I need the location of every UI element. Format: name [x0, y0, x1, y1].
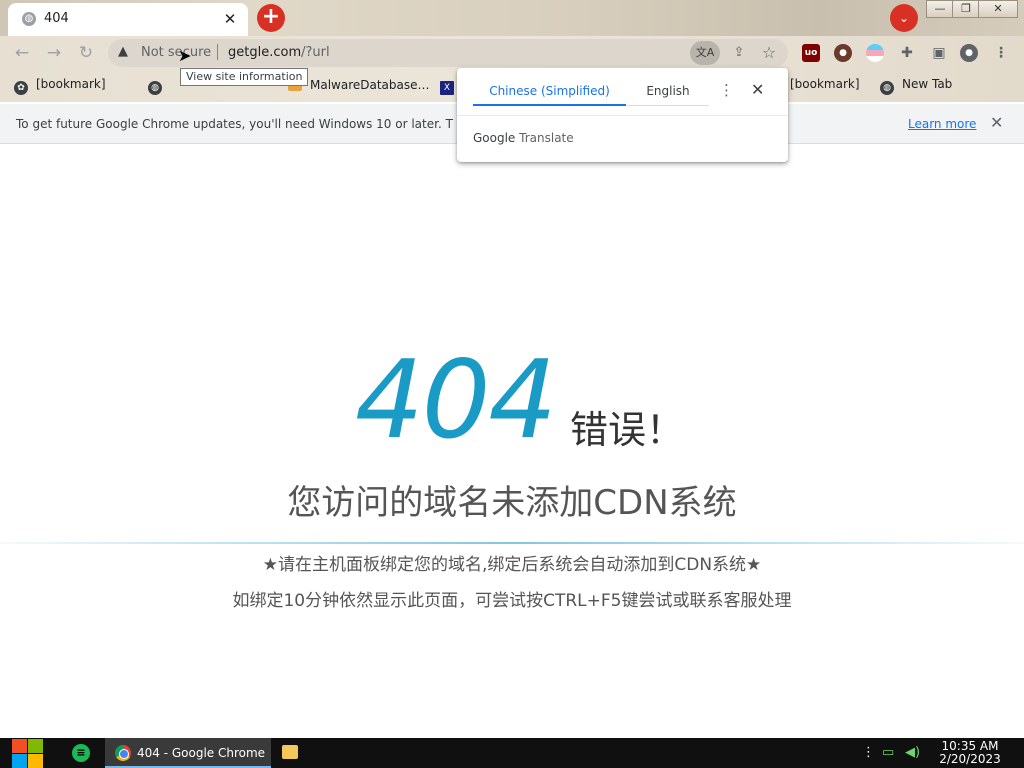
address-bar[interactable]: ▲ Not secure getgle.com/?url 文A ⇪ ☆: [108, 39, 788, 67]
error-instruction: ★请在主机面板绑定您的域名,绑定后系统会自动添加到CDN系统★: [262, 555, 762, 575]
ublock-icon[interactable]: uo: [802, 44, 820, 62]
toolbar: ← → ↻ ▲ Not secure getgle.com/?url 文A ⇪ …: [0, 36, 1024, 70]
share-icon[interactable]: ⇪: [728, 42, 750, 64]
reload-button[interactable]: ↻: [72, 40, 100, 66]
bookmark-star-icon[interactable]: ☆: [758, 42, 780, 64]
volume-icon[interactable]: ◀): [905, 745, 920, 760]
restore-button[interactable]: ❐: [952, 0, 980, 18]
close-infobar-icon[interactable]: ✕: [990, 113, 1003, 132]
divider: [0, 542, 1024, 544]
bookmark-item[interactable]: MalwareDatabase…: [288, 77, 430, 95]
forward-button[interactable]: →: [40, 40, 68, 66]
start-button[interactable]: [10, 738, 44, 768]
globe-icon: ◍: [22, 12, 36, 26]
bookmark-item[interactable]: ◍: [148, 77, 170, 95]
chrome-icon: [115, 745, 131, 761]
new-tab-button[interactable]: +: [257, 4, 285, 32]
taskbar-chrome-window[interactable]: 404 - Google Chrome: [105, 738, 271, 768]
bookmark-icon: ✿: [14, 81, 28, 95]
tab-source-language[interactable]: Chinese (Simplified): [473, 78, 626, 106]
error-code: 404: [355, 338, 557, 463]
minimize-button[interactable]: —: [926, 0, 954, 18]
network-icon[interactable]: ▭: [882, 745, 894, 760]
bookmark-item[interactable]: [bookmark]: [790, 77, 860, 95]
extension-flag-icon[interactable]: [866, 44, 884, 62]
extensions-puzzle-icon[interactable]: ✚: [898, 44, 916, 62]
taskbar-app-icon[interactable]: ≡: [72, 744, 90, 762]
omnibox-separator: [217, 44, 218, 60]
translate-close-icon[interactable]: ✕: [751, 80, 764, 99]
bookmark-item[interactable]: ◍ New Tab: [880, 77, 952, 95]
browser-tab[interactable]: ◍ 404 ✕: [8, 3, 248, 36]
site-info-tooltip: View site information: [180, 68, 309, 86]
profile-avatar[interactable]: ●: [960, 44, 978, 62]
taskbar: ≡ 404 - Google Chrome ⋮ ▭ ◀) 10:35 AM 2/…: [0, 738, 1024, 768]
translate-popup: Chinese (Simplified) English ⋮ ✕ Google …: [457, 68, 788, 162]
translate-options-icon[interactable]: ⋮: [719, 81, 734, 99]
globe-icon: ◍: [148, 81, 162, 95]
menu-dots-icon[interactable]: ⋮: [992, 44, 1010, 62]
tray-overflow-icon[interactable]: ⋮: [862, 745, 875, 760]
translate-icon[interactable]: 文A: [690, 41, 720, 65]
globe-icon: ◍: [880, 81, 894, 95]
file-explorer-icon[interactable]: [282, 745, 298, 759]
extension-icon[interactable]: ●: [834, 44, 852, 62]
clock-date[interactable]: 2/20/2023: [938, 753, 1002, 766]
tab-search-button[interactable]: ⌄: [890, 4, 918, 32]
bookmark-item[interactable]: ✿ [bookmark]: [14, 77, 106, 95]
page-content: 404 错误！ 您访问的域名未添加CDN系统 ★请在主机面板绑定您的域名,绑定后…: [0, 145, 1024, 738]
error-title: 您访问的域名未添加CDN系统: [287, 483, 737, 523]
learn-more-link[interactable]: Learn more: [908, 117, 976, 131]
window-close-button[interactable]: ✕: [978, 0, 1018, 18]
mouse-cursor-icon: ➤: [178, 46, 192, 65]
back-button[interactable]: ←: [8, 40, 36, 66]
translate-divider: [457, 115, 788, 116]
close-tab-icon[interactable]: ✕: [220, 9, 240, 29]
security-label[interactable]: Not secure: [141, 45, 211, 60]
error-hint: 如绑定10分钟依然显示此页面，可尝试按CTRL+F5键尝试或联系客服处理: [232, 591, 792, 611]
google-translate-brand: Google Translate: [473, 131, 574, 145]
url-text[interactable]: getgle.com/?url: [228, 45, 330, 60]
warning-icon[interactable]: ▲: [118, 44, 128, 59]
taskbar-chrome-label: 404 - Google Chrome: [137, 746, 266, 760]
x-icon: X: [440, 81, 454, 95]
tab-title: 404: [44, 11, 69, 26]
side-panel-icon[interactable]: ▣: [930, 44, 948, 62]
tab-target-language[interactable]: English: [627, 78, 709, 106]
tab-strip: ◍ 404 ✕ + ⌄ — ❐ ✕: [0, 0, 1024, 36]
error-label: 错误！: [570, 408, 685, 452]
infobar-message: To get future Google Chrome updates, you…: [16, 117, 453, 131]
